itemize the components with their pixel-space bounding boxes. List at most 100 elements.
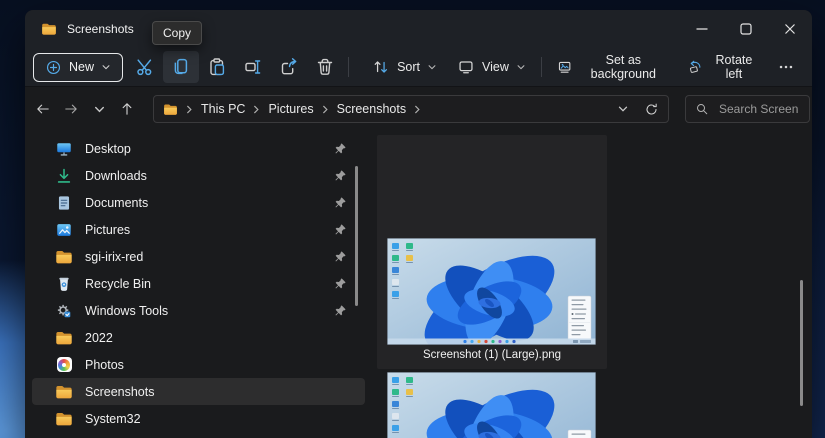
file-name: Screenshot (1) (Large).png — [422, 349, 562, 361]
documents-icon — [55, 194, 73, 212]
new-button[interactable]: New — [33, 52, 124, 82]
image-icon — [558, 61, 571, 73]
sidebar-item-2022[interactable]: 2022 — [32, 324, 365, 351]
window-controls — [680, 10, 812, 48]
sidebar-item-recycle-bin[interactable]: Recycle Bin — [32, 270, 365, 297]
sort-button[interactable]: Sort — [362, 51, 447, 83]
cut-icon — [137, 59, 152, 76]
pictures-icon — [55, 221, 73, 239]
toolbar-divider — [348, 57, 350, 77]
files-area[interactable]: Screenshot (1) (Large).png — [372, 131, 812, 438]
breadcrumb-this-pc[interactable]: This PC — [201, 102, 245, 116]
sort-icon — [374, 61, 388, 73]
share-icon — [281, 58, 297, 75]
folder-icon — [55, 329, 73, 347]
pin-icon[interactable] — [334, 223, 347, 236]
pin-icon[interactable] — [334, 304, 347, 317]
sort-button-label: Sort — [397, 60, 420, 74]
view-button[interactable]: View — [447, 51, 536, 83]
chevron-down-icon — [102, 65, 110, 70]
up-button[interactable] — [113, 94, 141, 124]
rotate-left-icon — [689, 60, 701, 73]
address-dropdown-button[interactable] — [617, 103, 629, 115]
plus-circle-icon — [46, 60, 61, 74]
maximize-button[interactable] — [724, 10, 768, 48]
back-button[interactable] — [29, 94, 57, 124]
sidebar-item-windows-tools[interactable]: Windows Tools — [32, 297, 365, 324]
desktop-icon — [55, 140, 73, 158]
pin-icon[interactable] — [334, 277, 347, 290]
rotate-left-button[interactable]: Rotate left — [678, 51, 768, 83]
file-item[interactable]: Screenshot (1) (Large).png — [377, 135, 607, 369]
share-button[interactable] — [271, 51, 307, 83]
folder-icon — [55, 248, 73, 266]
close-icon — [785, 24, 795, 34]
breadcrumb-screenshots[interactable]: Screenshots — [337, 102, 406, 116]
paste-button[interactable] — [199, 51, 235, 83]
folder-icon — [55, 410, 73, 428]
rotate-left-label: Rotate left — [715, 53, 753, 81]
sidebar-item-sgi-irix-red[interactable]: sgi-irix-red — [32, 243, 365, 270]
close-button[interactable] — [768, 10, 812, 48]
set-as-background-button[interactable]: Set as background — [547, 51, 678, 83]
sidebar-item-documents[interactable]: Documents — [32, 189, 365, 216]
content-scrollbar[interactable] — [800, 280, 803, 406]
refresh-button[interactable] — [644, 102, 659, 117]
file-item[interactable] — [377, 372, 607, 438]
window-title: Screenshots — [67, 22, 134, 36]
copy-button[interactable] — [163, 51, 200, 83]
toolbar-divider — [540, 57, 542, 77]
folder-icon — [41, 21, 57, 37]
search-icon — [697, 104, 708, 115]
cut-button[interactable] — [127, 51, 163, 83]
set-as-background-label: Set as background — [590, 53, 656, 81]
sidebar-item-photos[interactable]: Photos — [32, 351, 365, 378]
breadcrumb-chevron-icon — [185, 105, 194, 114]
pin-icon[interactable] — [334, 250, 347, 263]
navigation-pane: Desktop Downloads Documents Pictures sgi… — [25, 131, 372, 438]
new-button-label: New — [69, 60, 95, 74]
copy-tooltip: Copy — [152, 21, 203, 45]
up-icon — [122, 103, 132, 115]
explorer-body: Desktop Downloads Documents Pictures sgi… — [25, 131, 812, 438]
breadcrumb-pictures[interactable]: Pictures — [268, 102, 313, 116]
chevron-down-icon — [517, 65, 525, 70]
breadcrumb-chevron-icon — [321, 105, 330, 114]
photos-icon — [55, 356, 73, 374]
command-bar: New Sort View Set as background Rotate l… — [25, 48, 812, 86]
sidebar-item-downloads[interactable]: Downloads — [32, 162, 365, 189]
file-thumbnail — [387, 238, 596, 345]
delete-button[interactable] — [307, 51, 343, 83]
more-options-button[interactable] — [768, 51, 804, 83]
search-box[interactable] — [685, 95, 810, 123]
address-row: This PC Pictures Screenshots — [25, 87, 812, 131]
breadcrumb-chevron-icon — [413, 105, 422, 114]
delete-icon — [317, 58, 333, 75]
sidebar-item-pictures[interactable]: Pictures — [32, 216, 365, 243]
maximize-icon — [740, 23, 752, 35]
windows-tools-icon — [55, 302, 73, 320]
minimize-button[interactable] — [680, 10, 724, 48]
copy-icon — [174, 58, 188, 75]
sidebar-scrollbar[interactable] — [355, 166, 358, 306]
pin-icon[interactable] — [334, 196, 347, 209]
address-bar[interactable]: This PC Pictures Screenshots — [153, 95, 669, 123]
chevron-down-icon — [618, 106, 628, 112]
title-bar[interactable]: Screenshots — [25, 10, 812, 48]
sidebar-item-desktop[interactable]: Desktop — [32, 135, 365, 162]
folder-icon — [163, 102, 178, 117]
more-icon — [779, 65, 793, 69]
recent-locations-button[interactable] — [85, 94, 113, 124]
pin-icon[interactable] — [334, 169, 347, 182]
sidebar-item-system32[interactable]: System32 — [32, 405, 365, 432]
rename-icon — [245, 60, 261, 74]
chevron-down-icon — [94, 106, 104, 112]
pin-icon[interactable] — [334, 142, 347, 155]
search-input[interactable] — [717, 101, 800, 117]
forward-button[interactable] — [57, 94, 85, 124]
window-top-region: Screenshots New Sort View Set as backgro… — [25, 10, 812, 87]
desktop-background: Screenshots New Sort View Set as backgro… — [0, 0, 825, 438]
rename-button[interactable] — [235, 51, 271, 83]
sidebar-item-screenshots[interactable]: Screenshots — [32, 378, 365, 405]
refresh-icon — [646, 103, 657, 115]
